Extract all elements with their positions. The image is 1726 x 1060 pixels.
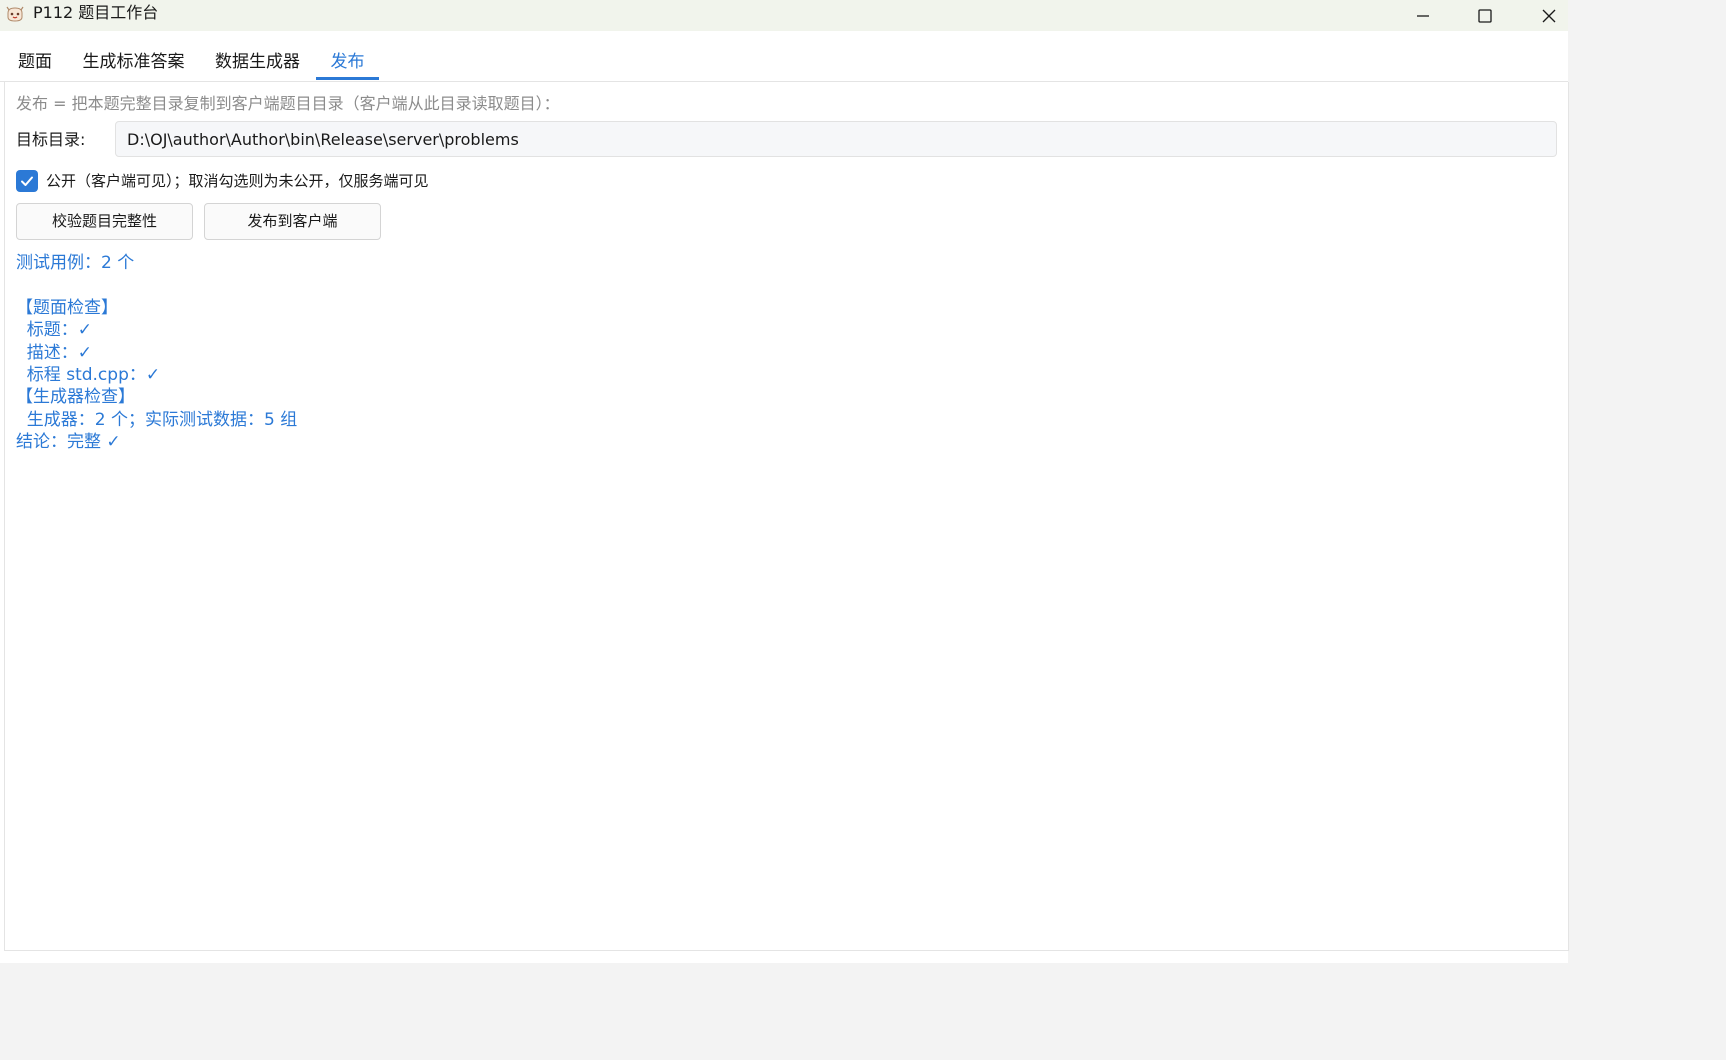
result-line: 【生成器检查】 [16, 387, 135, 407]
public-checkbox-label[interactable]: 公开（客户端可见）；取消勾选则为未公开，仅服务端可见 [46, 170, 429, 192]
app-icon [5, 4, 25, 24]
publish-hint: 发布 = 把本题完整目录复制到客户端题目目录（客户端从此目录读取题目）： [16, 94, 560, 113]
title-bar: P112 题目工作台 [0, 0, 1568, 31]
minimize-button[interactable] [1400, 0, 1446, 31]
result-line: 标程 std.cpp：✓ [16, 365, 161, 385]
publish-to-client-button[interactable]: 发布到客户端 [204, 203, 381, 240]
maximize-icon [1478, 8, 1492, 23]
test-case-count: 测试用例：2 个 [16, 253, 135, 273]
checkmark-icon [21, 176, 33, 186]
public-checkbox[interactable] [16, 170, 38, 192]
validate-problem-button[interactable]: 校验题目完整性 [16, 203, 193, 240]
close-icon [1542, 9, 1556, 22]
result-line: 【题面检查】 [16, 298, 118, 318]
target-directory-label: 目标目录: [16, 130, 86, 149]
result-line: 生成器：2 个；实际测试数据：5 组 [16, 410, 298, 430]
active-tab-indicator [316, 77, 379, 80]
result-conclusion: 结论：完整 ✓ [16, 432, 121, 452]
target-directory-input[interactable] [115, 121, 1557, 157]
close-button[interactable] [1526, 0, 1572, 31]
minimize-icon [1417, 14, 1429, 17]
tab-statement[interactable]: 题面 [16, 44, 54, 80]
tab-generate-answer[interactable]: 生成标准答案 [79, 44, 188, 80]
tab-bar: 题面 生成标准答案 数据生成器 发布 [0, 44, 1568, 82]
result-line: 标题：✓ [16, 320, 93, 340]
window-title: P112 题目工作台 [33, 3, 159, 22]
result-line: 描述：✓ [16, 343, 93, 363]
maximize-button[interactable] [1462, 0, 1508, 31]
tab-publish[interactable]: 发布 [316, 44, 379, 80]
tab-data-generator[interactable]: 数据生成器 [212, 44, 303, 80]
app-window: P112 题目工作台 题面 生成标准答案 数据生成器 发布 发布 = 把本题完整… [0, 0, 1569, 963]
